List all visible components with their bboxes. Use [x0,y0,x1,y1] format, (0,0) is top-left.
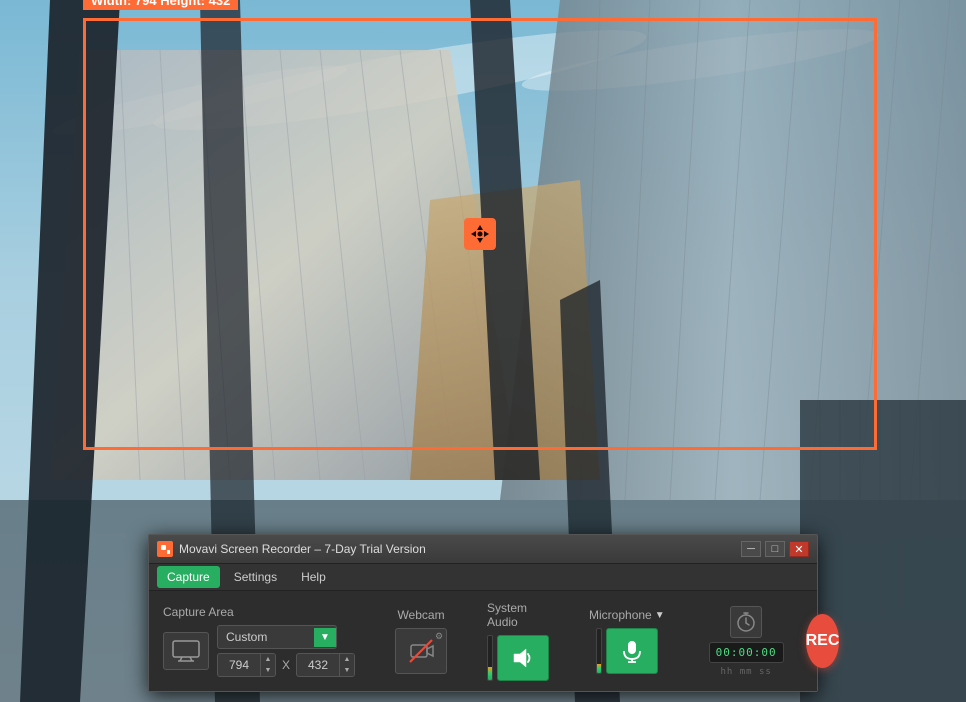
microphone-label-row: Microphone ▼ [589,608,665,622]
title-bar-left: Movavi Screen Recorder – 7-Day Trial Ver… [157,541,426,557]
dimension-controls: ▲ ▼ X ▲ ▼ [217,653,355,677]
preset-controls: Custom ▼ ▲ ▼ X [217,625,355,677]
menu-bar: Capture Settings Help [149,564,817,591]
width-spinners: ▲ ▼ [260,654,275,676]
title-bar: Movavi Screen Recorder – 7-Day Trial Ver… [149,535,817,564]
microphone-controls [596,628,658,674]
timer-value: 00:00:00 [716,646,777,659]
dimension-separator: X [280,658,292,672]
timer-units: hh mm ss [720,667,771,677]
webcam-button[interactable] [395,628,447,674]
height-input[interactable] [297,654,339,676]
height-spinners: ▲ ▼ [339,654,354,676]
height-decrement[interactable]: ▼ [340,665,354,676]
capture-area-section: Capture Area Custom ▼ [163,605,355,677]
width-input[interactable] [218,654,260,676]
capture-area-label: Capture Area [163,605,355,619]
capture-area-controls: Custom ▼ ▲ ▼ X [163,625,355,677]
system-audio-level-bar [487,635,493,681]
minimize-button[interactable]: ─ [741,541,761,557]
width-input-wrap: ▲ ▼ [217,653,276,677]
timer-display: 00:00:00 [709,642,784,663]
system-audio-controls [487,635,549,681]
system-audio-section: System Audio [487,601,549,681]
record-button[interactable]: REC [806,614,840,668]
width-increment[interactable]: ▲ [261,654,275,665]
system-audio-button[interactable] [497,635,549,681]
menu-help[interactable]: Help [291,566,336,588]
microphone-level-fill [597,664,601,673]
microphone-level-bar [596,628,602,674]
microphone-dropdown-arrow[interactable]: ▼ [655,610,665,621]
timer-section: 00:00:00 hh mm ss [709,606,784,677]
screen-select-button[interactable] [163,632,209,670]
maximize-button[interactable]: □ [765,541,785,557]
webcam-section: Webcam [395,608,447,674]
app-icon [157,541,173,557]
system-audio-label: System Audio [487,601,549,629]
main-content: Capture Area Custom ▼ [149,591,817,691]
system-audio-level-fill [488,667,492,680]
width-decrement[interactable]: ▼ [261,665,275,676]
microphone-label: Microphone [589,608,652,622]
microphone-button[interactable] [606,628,658,674]
window-controls: ─ □ ✕ [741,541,809,557]
control-panel-window: Movavi Screen Recorder – 7-Day Trial Ver… [148,534,818,692]
menu-capture[interactable]: Capture [157,566,220,588]
preset-value: Custom [218,626,314,648]
timer-icon[interactable] [730,606,762,638]
preset-dropdown-arrow[interactable]: ▼ [314,628,336,647]
microphone-section: Microphone ▼ [589,608,665,674]
menu-settings[interactable]: Settings [224,566,287,588]
webcam-label: Webcam [397,608,444,622]
preset-dropdown[interactable]: Custom ▼ [217,625,337,649]
height-input-wrap: ▲ ▼ [296,653,355,677]
window-title: Movavi Screen Recorder – 7-Day Trial Ver… [179,542,426,556]
height-increment[interactable]: ▲ [340,654,354,665]
close-button[interactable]: ✕ [789,541,809,557]
